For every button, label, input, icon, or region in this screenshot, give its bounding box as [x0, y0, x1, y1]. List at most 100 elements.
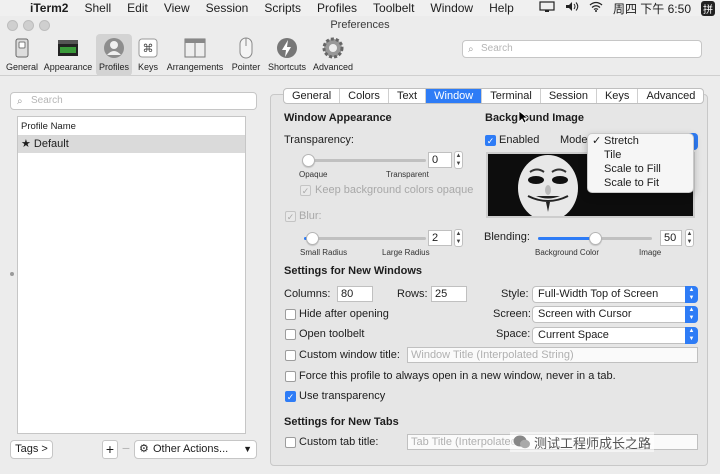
- custom-window-title-field[interactable]: Window Title (Interpolated String): [407, 347, 698, 363]
- tab-window[interactable]: Window: [426, 89, 483, 103]
- profile-row-name: Default: [33, 138, 69, 150]
- preferences-search-input[interactable]: ⌕ Search: [462, 40, 702, 58]
- blending-stepper[interactable]: ▲ ▼: [685, 229, 694, 247]
- blending-value-field[interactable]: 50: [660, 230, 682, 246]
- profile-search-input[interactable]: ⌕ Search: [10, 92, 257, 110]
- gear-icon: ⚙: [139, 443, 149, 455]
- profile-tab-bar: General Colors Text Window Terminal Sess…: [283, 88, 705, 104]
- bg-mode-option-scale-to-fit[interactable]: Scale to Fit: [588, 176, 693, 190]
- toolbar-general[interactable]: General: [4, 34, 40, 76]
- force-new-window-checkbox[interactable]: [285, 371, 296, 382]
- tab-colors[interactable]: Colors: [340, 89, 389, 103]
- volume-icon[interactable]: [565, 1, 579, 15]
- chevron-down-icon: ▼: [243, 444, 252, 454]
- transparency-max-label: Transparent: [386, 170, 429, 179]
- tab-terminal[interactable]: Terminal: [482, 89, 541, 103]
- menu-scripts[interactable]: Scripts: [264, 1, 301, 15]
- toolbar-shortcuts[interactable]: Shortcuts: [266, 34, 308, 76]
- remove-profile-button[interactable]: −: [120, 440, 132, 459]
- bg-enabled-checkbox[interactable]: ✓: [485, 135, 496, 146]
- bg-mode-option-tile[interactable]: Tile: [588, 148, 693, 162]
- hide-after-opening-checkbox[interactable]: [285, 309, 296, 320]
- columns-field[interactable]: 80: [337, 286, 373, 302]
- transparency-stepper[interactable]: ▲ ▼: [454, 151, 463, 169]
- blur-max-label: Large Radius: [382, 248, 430, 257]
- transparency-slider-knob[interactable]: [302, 154, 315, 167]
- style-popup[interactable]: Full-Width Top of Screen ▲ ▼: [532, 286, 698, 303]
- blur-stepper[interactable]: ▲ ▼: [454, 229, 463, 247]
- toolbar-keys[interactable]: ⌘ Keys: [134, 34, 162, 76]
- tab-text[interactable]: Text: [389, 89, 427, 103]
- blur-value-field[interactable]: 2: [428, 230, 452, 246]
- blur-slider-knob[interactable]: [306, 232, 319, 245]
- toolbar-advanced[interactable]: Advanced: [310, 34, 356, 76]
- custom-window-title-checkbox[interactable]: [285, 350, 296, 361]
- space-popup[interactable]: Current Space ▲ ▼: [532, 327, 698, 344]
- rows-field[interactable]: 25: [431, 286, 467, 302]
- tab-advanced[interactable]: Advanced: [638, 89, 703, 103]
- menu-help[interactable]: Help: [489, 1, 514, 15]
- other-actions-button[interactable]: ⚙ Other Actions... ▼: [134, 440, 257, 459]
- clock[interactable]: 周四 下午 6:50: [613, 0, 691, 17]
- tags-button[interactable]: Tags >: [10, 440, 53, 459]
- toolbar-appearance-label: Appearance: [43, 62, 93, 72]
- bg-mode-option-scale-to-fill[interactable]: Scale to Fill: [588, 162, 693, 176]
- bg-enabled-label: Enabled: [499, 134, 540, 146]
- star-icon: ★: [21, 138, 34, 150]
- profile-name-header[interactable]: Profile Name: [18, 117, 245, 136]
- bg-mode-option-stretch[interactable]: ✓ Stretch: [588, 134, 693, 148]
- open-toolbelt-label: Open toolbelt: [299, 328, 365, 340]
- profile-row-default[interactable]: ★ Default: [18, 136, 245, 153]
- screen-popup[interactable]: Screen with Cursor ▲ ▼: [532, 306, 698, 323]
- menu-profiles[interactable]: Profiles: [317, 1, 357, 15]
- transparency-min-label: Opaque: [299, 170, 328, 179]
- toolbar-profiles[interactable]: Profiles: [96, 34, 132, 76]
- blur-min-label: Small Radius: [300, 248, 348, 257]
- watermark: 测试工程师成长之路: [510, 432, 655, 452]
- wifi-icon[interactable]: [589, 1, 603, 15]
- tab-session[interactable]: Session: [541, 89, 597, 103]
- custom-tab-title-label: Custom tab title:: [299, 436, 379, 448]
- open-toolbelt-checkbox[interactable]: [285, 329, 296, 340]
- use-transparency-checkbox[interactable]: ✓: [285, 391, 296, 402]
- transparency-value-field[interactable]: 0: [428, 152, 452, 168]
- app-menu[interactable]: iTerm2: [30, 1, 68, 15]
- blur-checkbox[interactable]: ✓: [285, 211, 296, 222]
- arrangements-icon: [183, 36, 207, 60]
- search-icon: ⌕: [17, 96, 23, 107]
- menu-window[interactable]: Window: [430, 1, 473, 15]
- add-profile-button[interactable]: +: [102, 440, 118, 459]
- preferences-search-placeholder: Search: [481, 43, 513, 54]
- mouse-icon: [234, 36, 258, 60]
- menu-shell[interactable]: Shell: [84, 1, 111, 15]
- transparency-slider[interactable]: [304, 159, 426, 162]
- split-view-handle[interactable]: [10, 272, 14, 276]
- tab-general[interactable]: General: [284, 89, 341, 103]
- input-method-icon[interactable]: 拼: [701, 0, 715, 16]
- tab-keys[interactable]: Keys: [597, 89, 639, 103]
- new-windows-heading: Settings for New Windows: [284, 265, 423, 277]
- toolbar-shortcuts-label: Shortcuts: [267, 62, 307, 72]
- toolbar-appearance[interactable]: Appearance: [42, 34, 94, 76]
- force-new-window-label: Force this profile to always open in a n…: [299, 370, 616, 382]
- menu-session[interactable]: Session: [206, 1, 249, 15]
- switch-icon: [10, 36, 34, 60]
- menu-view[interactable]: View: [164, 1, 190, 15]
- screen-mirroring-icon[interactable]: [539, 1, 555, 15]
- blending-slider-knob[interactable]: [589, 232, 602, 245]
- blur-slider[interactable]: [304, 237, 426, 240]
- screen-popup-value: Screen with Cursor: [538, 308, 632, 320]
- lightning-icon: [275, 36, 299, 60]
- popup-arrows-icon: ▲▼: [685, 306, 698, 323]
- custom-tab-title-checkbox[interactable]: [285, 437, 296, 448]
- keep-bg-opaque-checkbox[interactable]: ✓: [300, 185, 311, 196]
- menu-edit[interactable]: Edit: [127, 1, 148, 15]
- toolbar-pointer[interactable]: Pointer: [228, 34, 264, 76]
- menu-toolbelt[interactable]: Toolbelt: [373, 1, 414, 15]
- blending-min-label: Background Color: [535, 248, 600, 257]
- blur-label: Blur:: [299, 210, 322, 222]
- toolbar-arrangements[interactable]: Arrangements: [164, 34, 226, 76]
- toolbar-advanced-label: Advanced: [312, 62, 354, 72]
- profile-search-placeholder: Search: [31, 95, 63, 106]
- space-label: Space:: [496, 328, 531, 340]
